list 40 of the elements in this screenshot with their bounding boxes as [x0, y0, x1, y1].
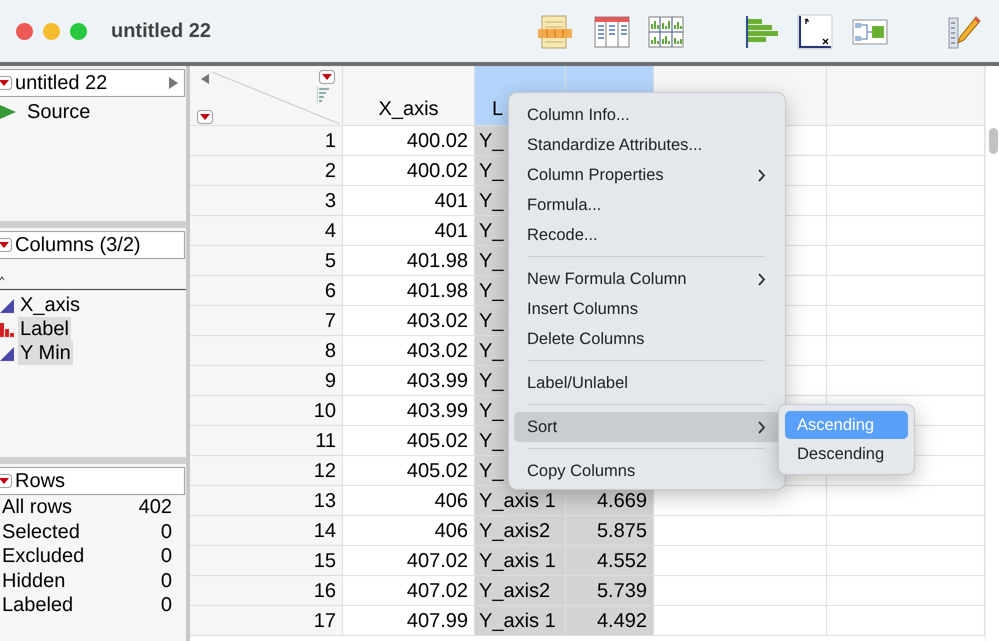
stat-label: Excluded: [2, 544, 84, 568]
table-cell: Y_axis2: [475, 576, 566, 606]
stat-value: 0: [160, 593, 172, 618]
row-number: 9: [190, 366, 343, 396]
row-number: 6: [190, 276, 343, 306]
table-cell: Y_axis 1: [475, 486, 566, 516]
row-number: 11: [190, 426, 343, 456]
row-number: 13: [190, 486, 343, 516]
stat-value: 0: [160, 568, 172, 593]
row-number: 10: [190, 396, 343, 426]
row-number: 3: [190, 186, 343, 216]
stat-label: All rows: [2, 495, 72, 520]
table-cell: Y_axis 1: [475, 546, 566, 576]
stat-label: Labeled: [2, 593, 74, 618]
panel-title: untitled 22: [15, 72, 108, 94]
row-number: 17: [190, 606, 343, 636]
table-cell: 4.492: [566, 606, 654, 636]
table-cell: 5.739: [566, 576, 654, 606]
row-number: 2: [190, 156, 343, 186]
table-cell: Y_axis2: [475, 516, 566, 546]
panel-title: Rows: [15, 470, 66, 492]
row-number: 16: [190, 576, 343, 606]
stat-value: 402: [138, 495, 172, 520]
table-cell: 4.552: [566, 546, 654, 576]
row-number: 5: [190, 246, 343, 276]
row-number: 7: [190, 306, 343, 336]
row-number: 12: [190, 456, 343, 486]
row-number: 14: [190, 516, 343, 546]
row-number: 4: [190, 216, 343, 246]
table-cell: Y_axis 1: [475, 606, 566, 636]
window-title: untitled 22: [111, 20, 212, 42]
panel-title: Columns (3/2): [15, 234, 141, 256]
stat-value: 0: [160, 520, 172, 544]
row-number: 15: [190, 546, 343, 576]
row-number: 1: [190, 126, 343, 156]
table-cell: 5.875: [566, 516, 654, 546]
stat-label: Selected: [2, 520, 80, 544]
stat-label: Hidden: [2, 568, 66, 593]
row-number: 8: [190, 336, 343, 366]
stat-value: 0: [160, 544, 172, 568]
